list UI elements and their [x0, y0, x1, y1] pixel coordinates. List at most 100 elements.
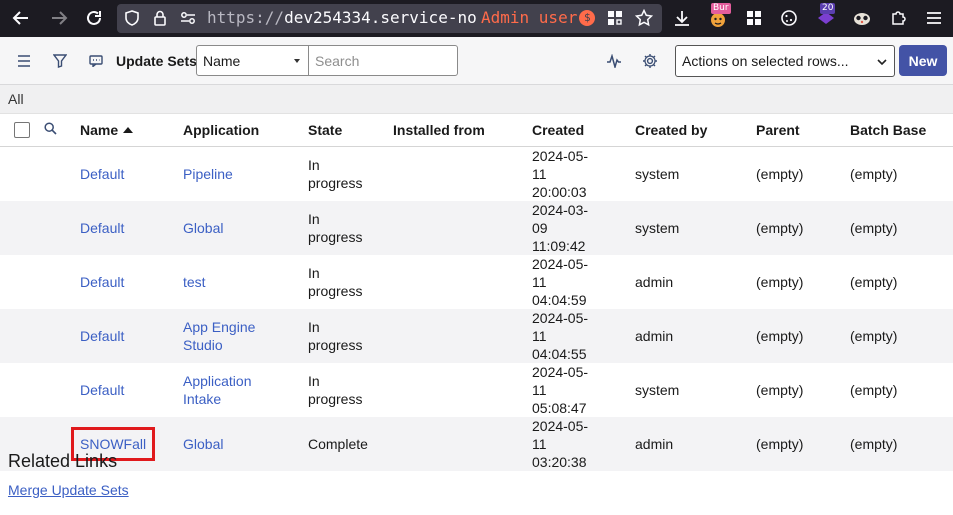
- column-search-cell: [38, 114, 80, 147]
- table-row: SNOWFall Global Complete 2024-05-11 03:2…: [0, 416, 953, 471]
- application-link[interactable]: Global: [183, 436, 223, 452]
- cookie-icon[interactable]: [777, 6, 801, 30]
- settings-gear-icon[interactable]: [640, 51, 660, 71]
- container-name: Admin user: [481, 8, 578, 27]
- column-created-label: Created: [532, 121, 585, 138]
- search-field-value: Name: [203, 53, 241, 69]
- parent-cell: (empty): [756, 435, 804, 452]
- update-set-name-link[interactable]: Default: [80, 220, 124, 236]
- created-by-cell: admin: [635, 327, 674, 344]
- shield-icon[interactable]: [123, 9, 141, 27]
- column-header-application[interactable]: Application: [183, 114, 308, 147]
- related-links-heading: Related Links: [8, 451, 118, 471]
- application-link[interactable]: test: [183, 274, 206, 290]
- new-button[interactable]: New: [899, 45, 947, 76]
- activity-pulse-icon[interactable]: [604, 51, 624, 71]
- state-cell: In progress: [308, 264, 363, 299]
- reload-icon[interactable]: [82, 6, 106, 30]
- search-field-select[interactable]: Name: [196, 45, 309, 76]
- created-by-cell: system: [635, 381, 680, 398]
- snowfall-name-link[interactable]: SNOWFall: [70, 426, 156, 461]
- select-all-checkbox[interactable]: [14, 122, 30, 139]
- parent-cell: (empty): [756, 219, 804, 236]
- extensions-grid-icon[interactable]: [742, 6, 766, 30]
- container-dollar-icon: $: [579, 10, 596, 26]
- bookmark-star-icon[interactable]: [632, 6, 656, 30]
- table-row: Default Global In progress 2024-03-09 11…: [0, 200, 953, 255]
- list-menu-icon[interactable]: [14, 51, 34, 71]
- created-by-cell: system: [635, 219, 680, 236]
- created-cell: 2024-03-09 11:09:42: [532, 201, 589, 254]
- state-cell: In progress: [308, 210, 363, 245]
- ublock-badge: 20: [820, 3, 836, 14]
- url-host: dev254334.service-no: [284, 8, 477, 27]
- created-by-cell: admin: [635, 273, 674, 290]
- update-set-name-link[interactable]: Default: [80, 382, 124, 398]
- actions-select-value: Actions on selected rows...: [682, 53, 849, 69]
- column-search-icon[interactable]: [44, 122, 57, 138]
- batch-base-cell: (empty): [850, 273, 898, 290]
- state-cell: In progress: [308, 318, 363, 353]
- url-prefix: https://: [207, 8, 285, 27]
- burp-badge: Bur: [711, 3, 731, 14]
- column-installed-from-label: Installed from: [393, 121, 485, 138]
- filter-icon[interactable]: [50, 51, 70, 71]
- state-cell: In progress: [308, 156, 363, 191]
- column-header-parent[interactable]: Parent: [756, 114, 850, 147]
- merge-update-sets-link[interactable]: Merge Update Sets: [8, 482, 129, 498]
- context-menu-icon[interactable]: [86, 51, 106, 71]
- application-link[interactable]: Global: [183, 220, 223, 236]
- column-state-label: State: [308, 121, 343, 138]
- table-row: Default test In progress 2024-05-11 04:0…: [0, 254, 953, 309]
- extensions-puzzle-icon[interactable]: [887, 6, 911, 30]
- update-set-name-link[interactable]: Default: [80, 328, 124, 344]
- lock-icon[interactable]: [151, 9, 169, 27]
- address-bar[interactable]: https://dev254334.service-no Admin user $: [117, 4, 662, 33]
- table-row: Default Pipeline In progress 2024-05-11 …: [0, 146, 953, 201]
- state-cell: In progress: [308, 372, 363, 407]
- url-text: https://dev254334.service-no: [207, 8, 477, 27]
- column-header-created[interactable]: Created: [532, 114, 635, 147]
- parent-cell: (empty): [756, 165, 804, 182]
- parent-cell: (empty): [756, 273, 804, 290]
- parent-cell: (empty): [756, 381, 804, 398]
- breadcrumb-all[interactable]: All: [8, 91, 24, 107]
- column-header-created-by[interactable]: Created by: [635, 114, 756, 147]
- list-title: Update Sets: [116, 53, 197, 69]
- column-header-state[interactable]: State: [308, 114, 393, 147]
- reader-view-icon[interactable]: [603, 6, 627, 30]
- permissions-icon[interactable]: [179, 9, 197, 27]
- forward-arrow-icon[interactable]: [47, 6, 71, 30]
- list-header: Update Sets Name Actions on selected row…: [0, 37, 953, 85]
- batch-base-cell: (empty): [850, 165, 898, 182]
- update-set-name-link[interactable]: Default: [80, 166, 124, 182]
- breadcrumb: All: [0, 85, 953, 114]
- column-parent-label: Parent: [756, 121, 800, 138]
- batch-base-cell: (empty): [850, 435, 898, 452]
- hamburger-menu-icon[interactable]: [922, 6, 946, 30]
- column-created-by-label: Created by: [635, 121, 708, 138]
- actions-on-selected-select[interactable]: Actions on selected rows...: [675, 45, 895, 77]
- column-batch-base-label: Batch Base: [850, 121, 927, 138]
- application-link[interactable]: Application Intake: [183, 373, 252, 407]
- column-application-label: Application: [183, 121, 260, 138]
- column-header-name[interactable]: Name: [80, 114, 183, 147]
- batch-base-cell: (empty): [850, 381, 898, 398]
- dropdown-caret-icon: [294, 59, 300, 63]
- back-arrow-icon[interactable]: [9, 6, 33, 30]
- created-cell: 2024-05-11 04:04:55: [532, 309, 589, 362]
- downloads-icon[interactable]: [670, 6, 694, 30]
- column-name-label: Name: [80, 121, 119, 138]
- application-link[interactable]: Pipeline: [183, 166, 233, 182]
- container-tab-label[interactable]: Admin user $: [477, 4, 602, 33]
- column-header-batch-base[interactable]: Batch Base: [850, 114, 953, 147]
- batch-base-cell: (empty): [850, 327, 898, 344]
- application-link[interactable]: App Engine Studio: [183, 319, 255, 353]
- column-header-installed-from[interactable]: Installed from: [393, 114, 532, 147]
- privacy-badger-icon[interactable]: [850, 6, 874, 30]
- search-input[interactable]: [308, 45, 458, 76]
- created-by-cell: system: [635, 165, 680, 182]
- select-all-cell: [0, 114, 38, 147]
- state-cell: Complete: [308, 435, 368, 452]
- update-set-name-link[interactable]: Default: [80, 274, 124, 290]
